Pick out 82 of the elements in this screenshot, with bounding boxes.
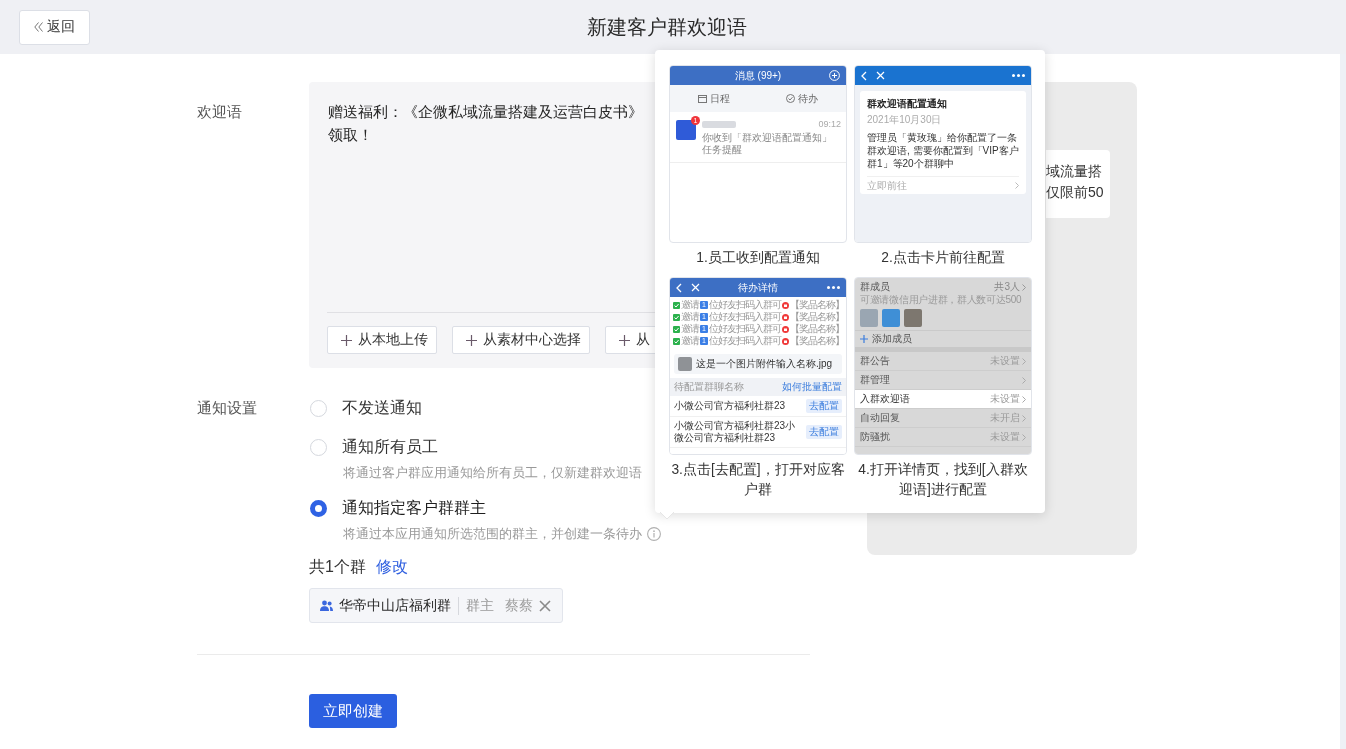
task-text: 位好友扫码入群可 (709, 311, 781, 323)
double-chevron-left-icon (34, 22, 43, 32)
chevron-right-icon (1022, 433, 1026, 441)
close-icon (691, 283, 700, 292)
gift-icon (782, 337, 789, 345)
task-text: 位好友扫码入群可 (709, 299, 781, 311)
step-caption: 2.点击卡片前往配置 (880, 249, 1006, 267)
member-photo (882, 309, 900, 327)
setting-value: 未设置 (990, 393, 1020, 405)
message-time: 09:12 (818, 118, 841, 130)
edit-link[interactable]: 修改 (375, 557, 408, 577)
gift-icon (782, 325, 789, 333)
bubble-text: 域流量搭 (1046, 162, 1102, 181)
card-action: 立即前往 (867, 179, 907, 192)
owner-name: 蔡蔡 (505, 596, 533, 615)
setting-label: 防骚扰 (860, 431, 890, 443)
card-title: 群欢迎语配置通知 (867, 97, 948, 110)
chevron-right-icon (1022, 357, 1026, 365)
close-icon[interactable] (539, 599, 551, 612)
setting-label: 入群欢迎语 (860, 393, 910, 405)
radio-label: 不发送通知 (342, 398, 422, 418)
step-caption: 3.点击[去配置]，打开对应客户群 (670, 461, 846, 499)
radio-label: 通知所有员工 (342, 437, 438, 457)
setting-label: 群公告 (860, 355, 890, 367)
bubble-text: 仅限前50 (1046, 183, 1104, 202)
add-member-text: 添加成员 (872, 333, 912, 345)
chevron-left-icon (861, 70, 867, 81)
editor-text: 领取！ (328, 125, 373, 145)
photo-placeholder (678, 357, 692, 371)
tab-label: 日程 (698, 92, 730, 105)
group-name: 小微公司官方福利社群23小微公司官方福利社群23 (674, 420, 797, 444)
member-photo (860, 309, 878, 327)
group-name: 华帝中山店福利群 (339, 596, 451, 615)
screen-title: 待办详情 (738, 281, 778, 294)
owner-role: 群主 (466, 596, 494, 615)
card-body: 管理员「黄玫瑰」给你配置了一条群欢迎语, 需要你配置到「VIP客户群1」等20个群聊中 (867, 131, 1019, 170)
task-text: 位好友扫码入群可 (709, 335, 781, 347)
avatar-icon (676, 120, 696, 140)
add-content-button[interactable]: 从素材中心选择 (452, 326, 590, 354)
section-label: 待配置群聊名称 (674, 381, 744, 393)
screen-title: 消息 (99+) (734, 69, 782, 82)
plus-icon (466, 334, 477, 346)
group-count: 共1个群 (309, 557, 366, 577)
more-icon (827, 286, 840, 289)
plus-icon (341, 334, 352, 346)
calendar-icon (698, 94, 707, 103)
task-text: 邀请 (681, 299, 699, 311)
task-text: 邀请 (681, 311, 699, 323)
chevron-left-icon (676, 282, 682, 293)
task-text: 位好友扫码入群可 (709, 323, 781, 335)
close-icon (876, 71, 885, 80)
field-label: 通知设置 (197, 398, 257, 418)
field-label: 欢迎语 (197, 102, 242, 122)
gift-icon (782, 313, 789, 321)
chevron-right-icon (1015, 182, 1019, 189)
section-title: 群成员 (860, 281, 890, 293)
radio-label: 通知指定客户群群主 (342, 498, 486, 518)
plus-icon (619, 334, 630, 346)
chevron-right-icon (1022, 414, 1026, 422)
gift-icon (782, 301, 789, 309)
member-count: 共3人 (994, 281, 1020, 293)
add-content-button[interactable]: 从本地上传 (327, 326, 437, 354)
more-icon (1012, 74, 1025, 77)
check-circle-icon (786, 94, 795, 103)
plus-icon (860, 335, 868, 343)
setting-label: 群管理 (860, 374, 890, 386)
setting-label: 自动回复 (860, 412, 900, 424)
page-title: 新建客户群欢迎语 (587, 15, 747, 40)
radio-button[interactable] (310, 499, 327, 517)
editor-text: 赠送福利：《企微私域流量搭建及运营白皮书》 (328, 102, 643, 122)
add-circle-icon (829, 70, 840, 81)
create-button[interactable]: 立即创建 (309, 694, 397, 728)
step-caption: 4.打开详情页，找到[入群欢迎语]进行配置 (857, 461, 1029, 499)
member-photo (904, 309, 922, 327)
chevron-right-icon (1022, 283, 1026, 291)
chevron-right-icon (1022, 395, 1026, 403)
chevron-right-icon (1022, 376, 1026, 384)
back-button[interactable]: 返回 (19, 9, 90, 45)
group-name: 小微公司官方福利社群23 (674, 400, 787, 412)
option-description: 将通过客户群应用通知给所有员工，仅新建群欢迎语 (343, 464, 642, 482)
people-icon (320, 600, 333, 611)
card-date: 2021年10月30日 (867, 114, 943, 126)
